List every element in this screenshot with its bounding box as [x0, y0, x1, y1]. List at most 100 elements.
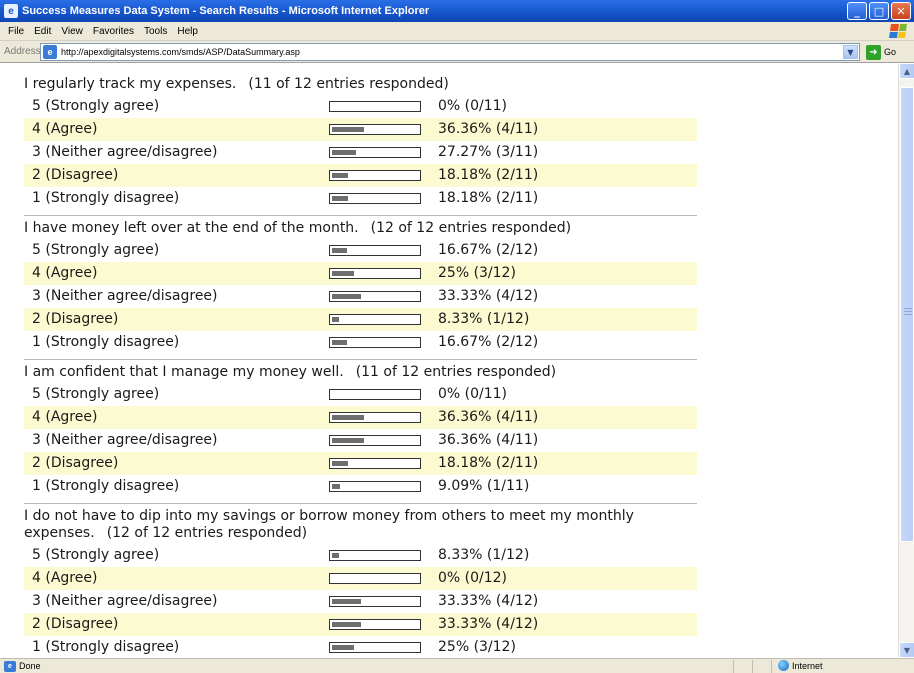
response-row: 3 (Neither agree/disagree) 27.27% (3/11): [24, 141, 697, 164]
option-label: 4 (Agree): [32, 121, 98, 137]
percent-value: 16.67% (2/12): [438, 242, 539, 258]
response-row: 1 (Strongly disagree) 18.18% (2/11): [24, 187, 697, 210]
percent-bar: [329, 291, 421, 302]
go-button[interactable]: ➜ Go: [866, 44, 896, 60]
percent-bar: [329, 124, 421, 135]
menu-edit[interactable]: Edit: [29, 26, 56, 37]
percent-value: 0% (0/11): [438, 386, 508, 402]
percent-value: 18.18% (2/11): [438, 455, 539, 471]
option-label: 4 (Agree): [32, 409, 98, 425]
security-zone: Internet: [778, 660, 823, 671]
question-block: I have money left over at the end of the…: [24, 220, 697, 360]
percent-bar-fill: [332, 271, 354, 276]
percent-bar-fill: [332, 461, 348, 466]
vertical-scrollbar[interactable]: ▲ ▼: [898, 63, 914, 658]
option-label: 5 (Strongly agree): [32, 386, 160, 402]
menu-view[interactable]: View: [56, 26, 88, 37]
response-row: 2 (Disagree) 8.33% (1/12): [24, 308, 697, 331]
window-title: Success Measures Data System - Search Re…: [22, 5, 430, 17]
percent-value: 18.18% (2/11): [438, 190, 539, 206]
response-row: 5 (Strongly agree) 16.67% (2/12): [24, 239, 697, 262]
percent-bar: [329, 337, 421, 348]
status-panel: [771, 660, 772, 673]
percent-value: 33.33% (4/12): [438, 616, 539, 632]
percent-bar-fill: [332, 553, 339, 558]
option-label: 1 (Strongly disagree): [32, 190, 180, 206]
response-row: 4 (Agree) 25% (3/12): [24, 262, 697, 285]
percent-value: 0% (0/12): [438, 570, 508, 586]
question-heading: I have money left over at the end of the…: [24, 220, 697, 239]
response-count: (12 of 12 entries responded): [106, 525, 308, 541]
percent-bar: [329, 314, 421, 325]
address-label: Address: [4, 46, 41, 57]
percent-value: 27.27% (3/11): [438, 144, 539, 160]
percent-value: 36.36% (4/11): [438, 121, 539, 137]
menu-file[interactable]: File: [3, 26, 29, 37]
percent-bar-fill: [332, 438, 364, 443]
title-bar[interactable]: e Success Measures Data System - Search …: [0, 0, 914, 22]
response-row: 3 (Neither agree/disagree) 36.36% (4/11): [24, 429, 697, 452]
globe-icon: [778, 660, 789, 671]
option-label: 3 (Neither agree/disagree): [32, 593, 218, 609]
response-row: 3 (Neither agree/disagree) 33.33% (4/12): [24, 285, 697, 308]
response-row: 4 (Agree) 36.36% (4/11): [24, 406, 697, 429]
response-row: 4 (Agree) 0% (0/12): [24, 567, 697, 590]
percent-bar: [329, 481, 421, 492]
percent-bar: [329, 458, 421, 469]
percent-value: 33.33% (4/12): [438, 593, 539, 609]
percent-bar: [329, 619, 421, 630]
percent-value: 16.67% (2/12): [438, 334, 539, 350]
option-label: 1 (Strongly disagree): [32, 639, 180, 655]
percent-bar: [329, 389, 421, 400]
option-label: 2 (Disagree): [32, 167, 119, 183]
question-heading: I am confident that I manage my money we…: [24, 364, 697, 383]
percent-bar: [329, 101, 421, 112]
address-input[interactable]: e http://apexdigitalsystems.com/smds/ASP…: [40, 43, 860, 61]
option-label: 3 (Neither agree/disagree): [32, 288, 218, 304]
response-row: 1 (Strongly disagree) 9.09% (1/11): [24, 475, 697, 498]
percent-bar-fill: [332, 173, 348, 178]
page-status-icon: e: [4, 660, 16, 672]
page-viewport: I regularly track my expenses. (11 of 12 …: [0, 63, 898, 658]
menu-bar: File Edit View Favorites Tools Help: [0, 22, 914, 41]
percent-bar: [329, 550, 421, 561]
maximize-button[interactable]: □: [869, 2, 889, 20]
response-row: 5 (Strongly agree) 8.33% (1/12): [24, 544, 697, 567]
menu-tools[interactable]: Tools: [139, 26, 172, 37]
percent-value: 8.33% (1/12): [438, 547, 530, 563]
response-row: 2 (Disagree) 18.18% (2/11): [24, 452, 697, 475]
scroll-down-button[interactable]: ▼: [899, 642, 914, 658]
percent-value: 25% (3/12): [438, 265, 516, 281]
option-label: 4 (Agree): [32, 570, 98, 586]
percent-bar: [329, 170, 421, 181]
percent-bar: [329, 193, 421, 204]
minimize-button[interactable]: _: [847, 2, 867, 20]
menu-help[interactable]: Help: [172, 26, 203, 37]
response-count: (12 of 12 entries responded): [370, 220, 572, 236]
percent-bar-fill: [332, 248, 347, 253]
question-text: I am confident that I manage my money we…: [24, 364, 344, 380]
close-button[interactable]: ✕: [891, 2, 911, 20]
response-row: 2 (Disagree) 33.33% (4/12): [24, 613, 697, 636]
status-bar: e Done Internet: [0, 658, 914, 673]
scroll-thumb[interactable]: [900, 87, 914, 542]
question-text: I have money left over at the end of the…: [24, 220, 359, 236]
percent-value: 0% (0/11): [438, 98, 508, 114]
option-label: 3 (Neither agree/disagree): [32, 432, 218, 448]
response-count: (11 of 12 entries responded): [248, 76, 449, 92]
scroll-up-button[interactable]: ▲: [899, 63, 914, 79]
status-panel: [733, 660, 734, 673]
response-count: (11 of 12 entries responded): [355, 364, 557, 380]
option-label: 4 (Agree): [32, 265, 98, 281]
address-dropdown-icon[interactable]: ▼: [843, 45, 858, 59]
ie-icon: e: [4, 4, 18, 18]
percent-bar-fill: [332, 340, 347, 345]
option-label: 5 (Strongly agree): [32, 547, 160, 563]
menu-favorites[interactable]: Favorites: [88, 26, 139, 37]
divider: [24, 503, 697, 504]
percent-bar: [329, 642, 421, 653]
percent-value: 33.33% (4/12): [438, 288, 539, 304]
response-row: 2 (Disagree) 18.18% (2/11): [24, 164, 697, 187]
question-heading: I regularly track my expenses. (11 of 12 …: [24, 76, 697, 95]
zone-label: Internet: [792, 660, 823, 671]
